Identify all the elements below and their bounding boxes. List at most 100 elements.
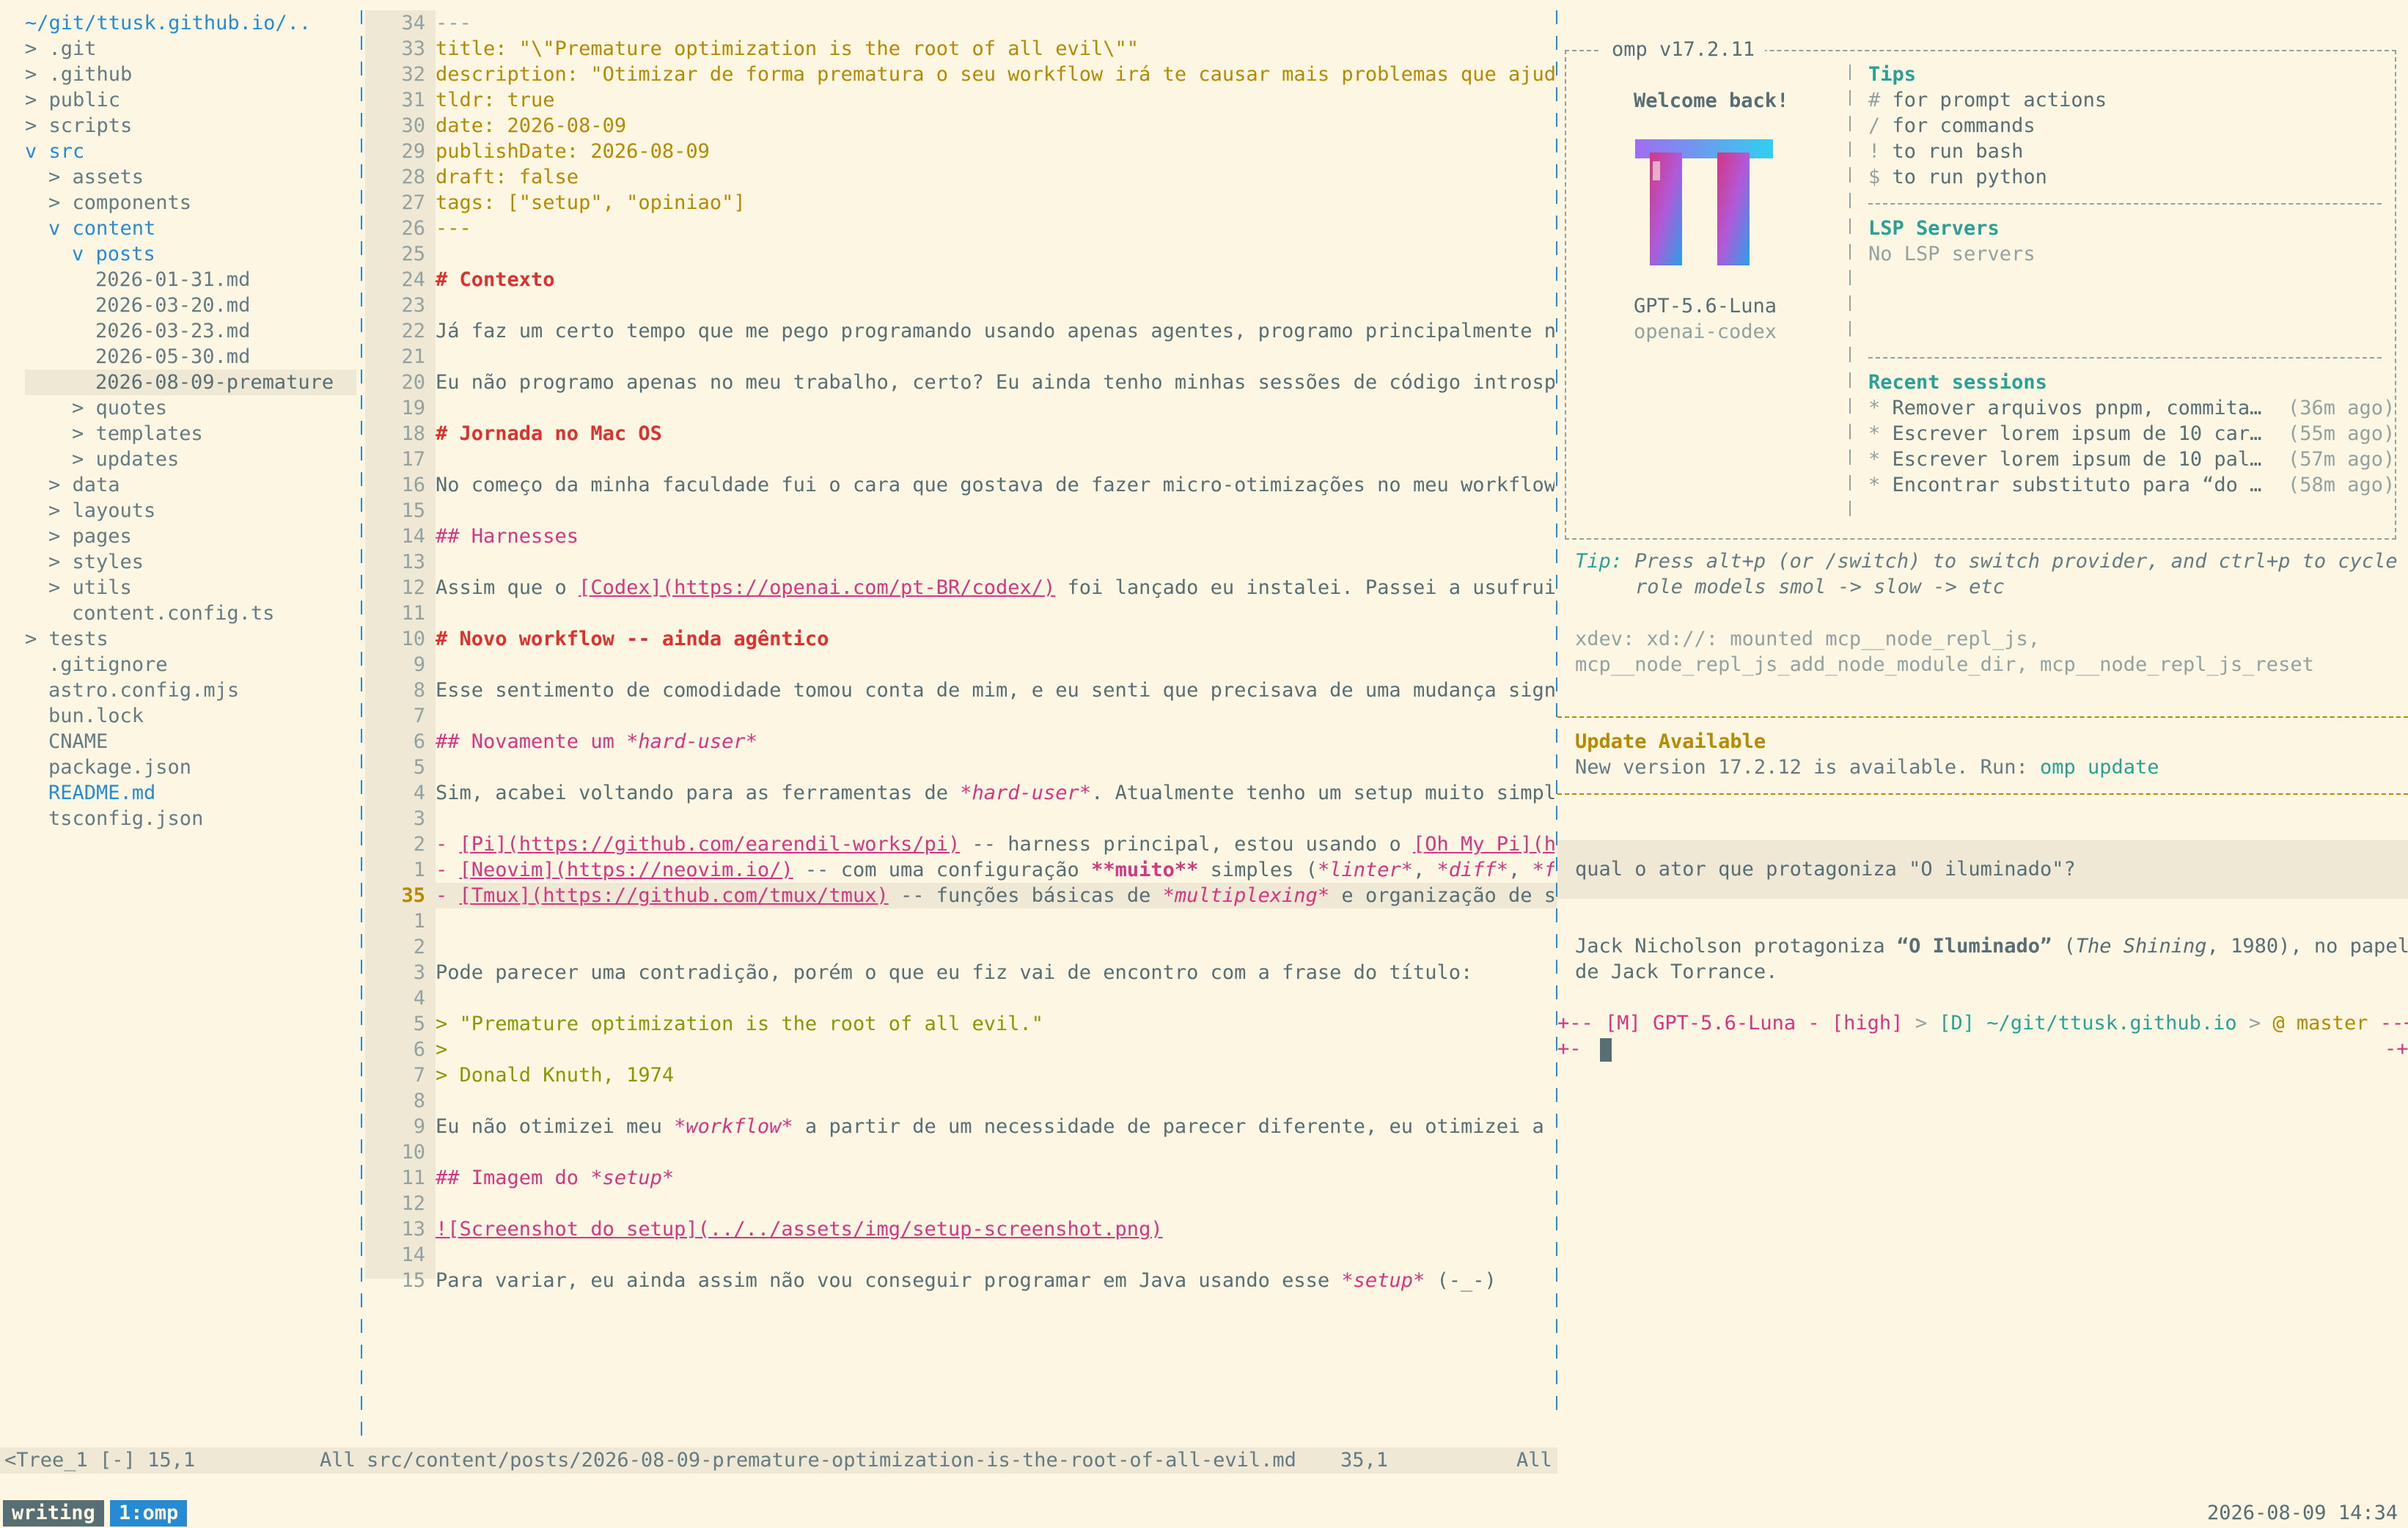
code-line[interactable]: ## Novamente um *hard-user* [436, 729, 1554, 754]
code-line[interactable]: Eu não otimizei meu *workflow* a partir … [436, 1114, 1554, 1139]
tree-item[interactable]: > pages [48, 524, 132, 549]
tree-item[interactable]: content.config.ts [72, 600, 274, 626]
code-line[interactable] [436, 293, 1554, 318]
tree-item[interactable]: v posts [72, 241, 155, 267]
tmux-session-name[interactable]: writing [3, 1500, 104, 1527]
code-line[interactable]: tldr: true [436, 87, 1554, 113]
code-line[interactable]: - [Tmux](https://github.com/tmux/tmux) -… [436, 883, 1554, 908]
code-line[interactable]: > [436, 1037, 1554, 1062]
code-line[interactable] [436, 908, 1554, 934]
code-line[interactable] [436, 1088, 1554, 1114]
assistant-answer-line-1: Jack Nicholson protagoniza “O Iluminado”… [1575, 933, 2408, 959]
tree-item[interactable]: 2026-03-20.md [95, 293, 250, 318]
code-line[interactable]: Já faz um certo tempo que me pego progra… [436, 318, 1554, 344]
code-line[interactable]: - [Neovim](https://neovim.io/) -- com um… [436, 857, 1554, 883]
code-line[interactable] [436, 1139, 1554, 1165]
code-line[interactable]: Sim, acabei voltando para as ferramentas… [436, 780, 1554, 806]
code-line[interactable]: title: "\"Premature optimization is the … [436, 36, 1554, 62]
tree-item[interactable]: CNAME [48, 729, 108, 754]
code-line[interactable] [436, 241, 1554, 267]
code-line[interactable] [436, 934, 1554, 960]
code-line[interactable]: > "Premature optimization is the root of… [436, 1011, 1554, 1037]
code-line[interactable]: # Novo workflow -- ainda agêntico [436, 626, 1554, 652]
code-line[interactable] [436, 447, 1554, 472]
code-line[interactable]: > Donald Knuth, 1974 [436, 1062, 1554, 1088]
tree-item[interactable]: > components [48, 190, 191, 216]
tree-editor-separator [361, 10, 362, 1447]
code-line[interactable] [436, 806, 1554, 831]
tree-item[interactable]: 2026-03-23.md [95, 318, 250, 344]
code-line[interactable] [436, 498, 1554, 524]
tree-item[interactable]: > .github [25, 62, 132, 87]
line-number: 11 [401, 1167, 425, 1189]
recent-session-item[interactable]: * Escrever lorem ipsum de 10 car… [1868, 421, 2261, 447]
code-line[interactable] [436, 652, 1554, 677]
recent-session-item[interactable]: * Encontrar substituto para “do … [1868, 472, 2261, 498]
code-line[interactable]: tags: ["setup", "opiniao"] [436, 190, 1554, 216]
tree-item[interactable]: 2026-05-30.md [95, 344, 250, 370]
recent-session-item[interactable]: * Remover arquivos pnpm, commita… [1868, 395, 2261, 421]
line-number: 27 [401, 191, 425, 214]
tree-item[interactable]: tsconfig.json [48, 806, 203, 831]
line-number: 12 [401, 1192, 425, 1215]
code-line[interactable] [436, 703, 1554, 729]
tree-item[interactable]: > public [25, 87, 120, 113]
bullet: * [1868, 422, 1893, 445]
tree-item[interactable]: > utils [48, 575, 132, 600]
code-line[interactable]: Assim que o [Codex](https://openai.com/p… [436, 575, 1554, 600]
tree-item[interactable]: README.md [48, 780, 155, 806]
code-line[interactable]: Eu não programo apenas no meu trabalho, … [436, 370, 1554, 395]
tmux-window-tab[interactable]: 1:omp [110, 1500, 188, 1527]
code-line[interactable]: --- [436, 216, 1554, 241]
code-line[interactable]: ## Imagem do *setup* [436, 1165, 1554, 1191]
code-line[interactable]: publishDate: 2026-08-09 [436, 139, 1554, 164]
code-line[interactable] [436, 395, 1554, 421]
tree-item[interactable]: > styles [48, 549, 144, 575]
tree-item[interactable]: astro.config.mjs [48, 677, 239, 703]
code-line[interactable]: --- [436, 10, 1554, 36]
code-line[interactable] [436, 1242, 1554, 1268]
tree-item[interactable]: > layouts [48, 498, 155, 524]
code-line[interactable]: date: 2026-08-09 [436, 113, 1554, 139]
tree-root[interactable]: ~/git/ttusk.github.io/.. [25, 10, 311, 36]
code-line[interactable]: Para variar, eu ainda assim não vou cons… [436, 1268, 1554, 1293]
tree-item[interactable]: v content [48, 216, 155, 241]
tree-item[interactable]: v src [25, 139, 84, 164]
tree-item[interactable]: bun.lock [48, 703, 144, 729]
tree-item[interactable]: package.json [48, 754, 191, 780]
tree-item[interactable]: > tests [25, 626, 109, 652]
code-line[interactable]: Esse sentimento de comodidade tomou cont… [436, 677, 1554, 703]
tree-item[interactable]: > .git [25, 36, 97, 62]
code-line[interactable] [436, 1191, 1554, 1216]
tip-text: to run python [1880, 166, 2047, 188]
code-line[interactable]: - [Pi](https://github.com/earendil-works… [436, 831, 1554, 857]
code-line[interactable]: # Jornada no Mac OS [436, 421, 1554, 447]
code-line[interactable]: No começo da minha faculdade fui o cara … [436, 472, 1554, 498]
line-number: 26 [401, 217, 425, 240]
tree-item[interactable]: > updates [72, 447, 179, 472]
code-line[interactable]: description: "Otimizar de forma prematur… [436, 62, 1554, 87]
code-line[interactable] [436, 754, 1554, 780]
tree-item[interactable]: 2026-08-09-premature [95, 370, 334, 395]
tree-item[interactable]: > assets [48, 164, 144, 190]
tree-item[interactable]: .gitignore [48, 652, 168, 677]
line-number: 29 [401, 140, 425, 163]
recent-session-item[interactable]: * Escrever lorem ipsum de 10 pal… [1868, 447, 2261, 472]
tree-item[interactable]: 2026-01-31.md [95, 267, 250, 293]
code-line[interactable] [436, 344, 1554, 370]
update-command[interactable]: omp update [2040, 756, 2159, 779]
input-cursor[interactable] [1600, 1038, 1612, 1062]
code-line[interactable]: draft: false [436, 164, 1554, 190]
code-line[interactable]: ![Screenshot do setup](../../assets/img/… [436, 1216, 1554, 1242]
code-line[interactable]: # Contexto [436, 267, 1554, 293]
tree-item[interactable]: > quotes [72, 395, 167, 421]
code-line[interactable] [436, 985, 1554, 1011]
tree-item[interactable]: > data [48, 472, 120, 498]
update-top-border [1557, 716, 2408, 718]
code-line[interactable]: ## Harnesses [436, 524, 1554, 549]
code-line[interactable] [436, 549, 1554, 575]
tree-item[interactable]: > templates [72, 421, 203, 447]
code-line[interactable] [436, 600, 1554, 626]
code-line[interactable]: Pode parecer uma contradição, porém o qu… [436, 960, 1554, 985]
tree-item[interactable]: > scripts [25, 113, 132, 139]
